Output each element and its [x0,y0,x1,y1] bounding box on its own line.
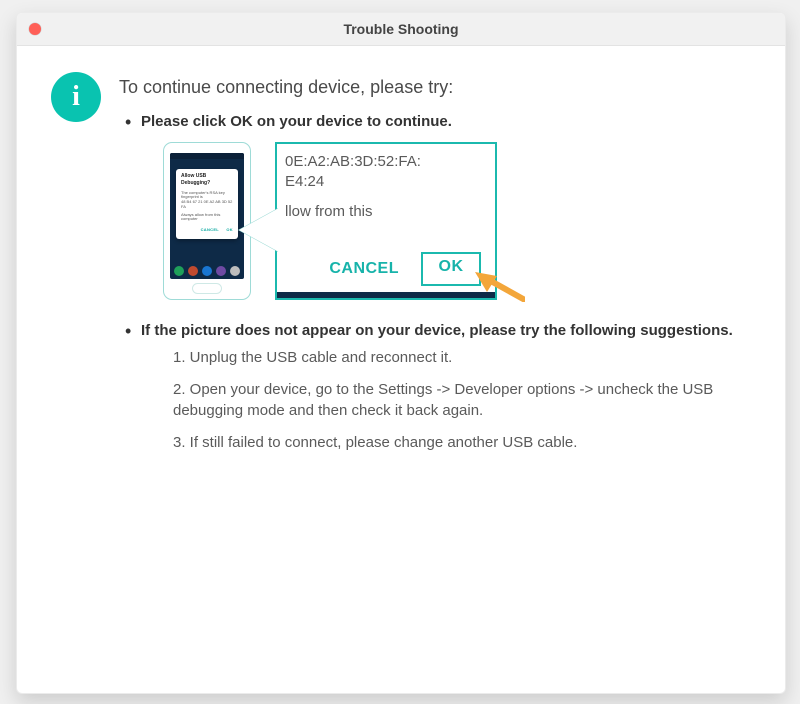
phone-cancel-button: CANCEL [201,227,219,232]
cancel-button[interactable]: CANCEL [329,257,399,281]
zoom-fingerprint-line: 0E:A2:AB:3D:52:FA: [285,152,485,172]
instruction-fallback: If the picture does not appear on your d… [141,322,733,339]
titlebar: Trouble Shooting [17,13,785,46]
page-heading: To continue connecting device, please tr… [119,74,751,101]
dialog-window: Trouble Shooting i To continue connectin… [16,12,786,694]
phone-screen: Allow USB Debugging? The computer's RSA … [170,153,244,279]
phone-dock [170,263,244,279]
phone-dialog-line: 48 B4 67 21 0E A2 AB 3D 52 FA [181,200,233,210]
phone-illustration: Allow USB Debugging? The computer's RSA … [163,142,251,300]
window-title: Trouble Shooting [343,21,458,37]
phone-dialog-title: Allow USB Debugging? [181,173,233,188]
step-item: 1. Unplug the USB cable and reconnect it… [173,348,751,368]
phone-statusbar [170,153,244,159]
phone-dialog-always: Always allow from this computer [181,213,233,223]
content-area: To continue connecting device, please tr… [119,72,751,465]
zoom-text: 0E:A2:AB:3D:52:FA: E4:24 llow from this [277,144,495,223]
ok-button[interactable]: OK [421,252,481,286]
zoom-panel: 0E:A2:AB:3D:52:FA: E4:24 llow from this … [275,142,497,300]
phone-ok-button: OK [226,227,233,232]
zoom-fingerprint-line: E4:24 [285,172,485,192]
close-icon[interactable] [29,23,41,35]
speech-pointer [239,208,279,252]
dock-icon [174,266,184,276]
step-item: 3. If still failed to connect, please ch… [173,433,751,453]
instruction-click-ok: Please click OK on your device to contin… [141,113,452,130]
phone-home-button [192,283,222,294]
phone-dialog: Allow USB Debugging? The computer's RSA … [176,169,238,240]
dock-icon [216,266,226,276]
arrow-icon [475,272,525,302]
zoom-bottom-strip [277,292,495,298]
illustration: Allow USB Debugging? The computer's RSA … [163,142,497,302]
dock-icon [230,266,240,276]
zoom-allow-line: llow from this [285,202,485,222]
step-item: 2. Open your device, go to the Settings … [173,380,751,421]
dock-icon [202,266,212,276]
info-icon: i [51,72,101,122]
dock-icon [188,266,198,276]
